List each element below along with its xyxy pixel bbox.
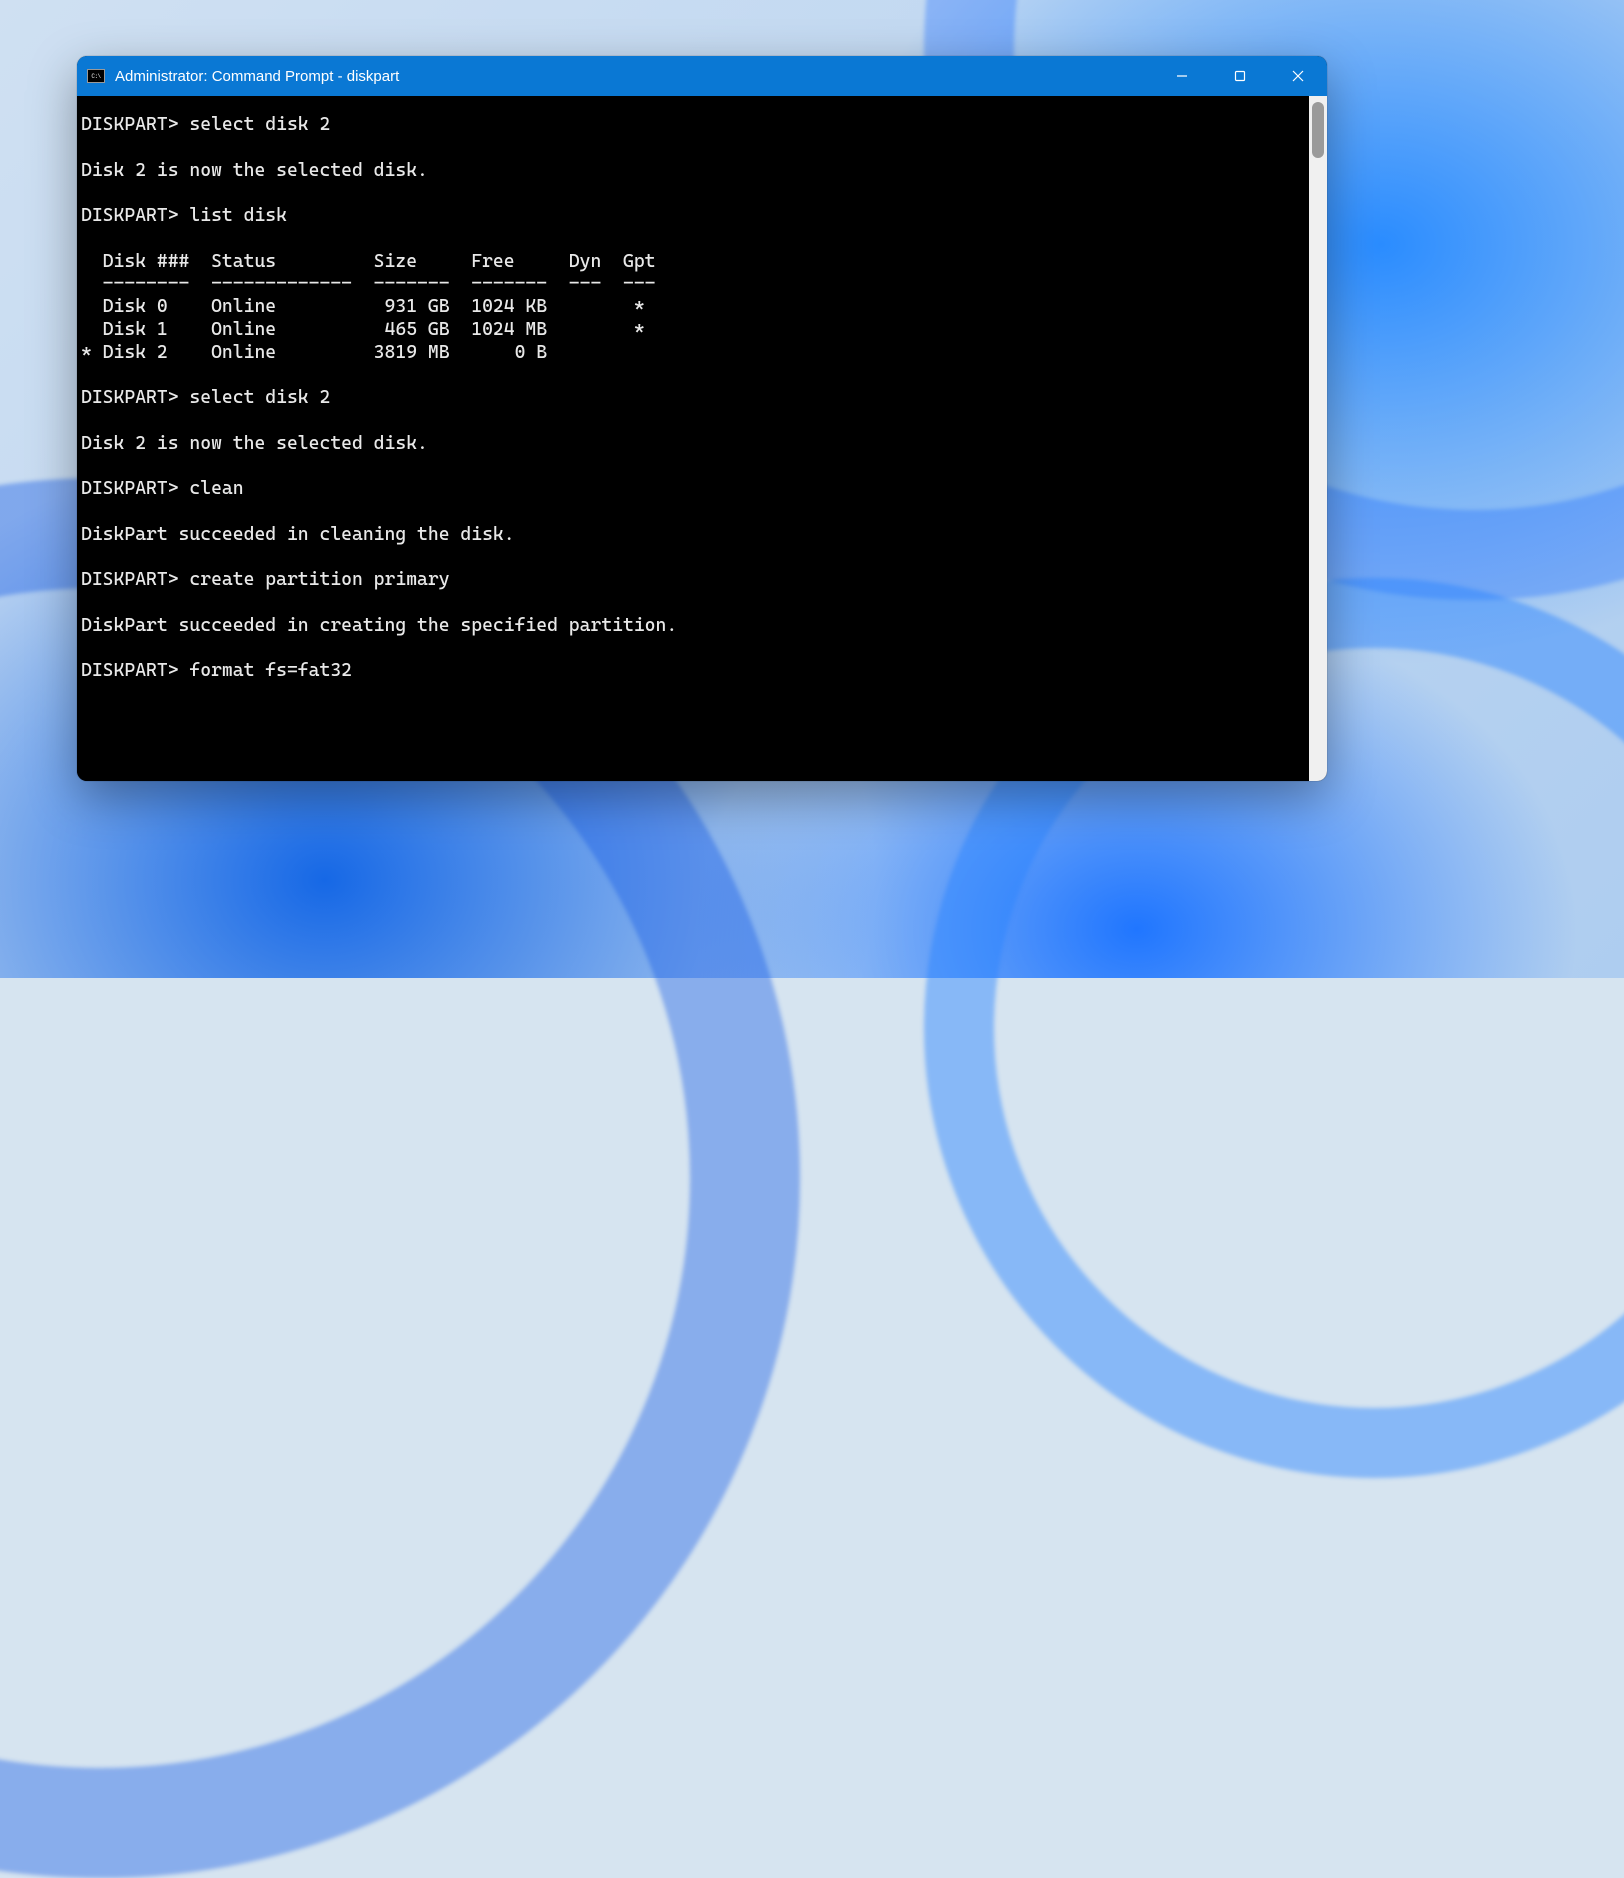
terminal-command-line: DISKPART> format fs=fat32	[81, 660, 1309, 683]
terminal-output[interactable]: DISKPART> select disk 2 Disk 2 is now th…	[77, 96, 1309, 781]
terminal-output-line: * Disk 2 Online 3819 MB 0 B	[81, 342, 1309, 365]
terminal-blank-line	[81, 228, 1309, 251]
terminal-blank-line	[81, 455, 1309, 478]
maximize-icon	[1234, 70, 1246, 82]
scrollbar-track[interactable]	[1309, 96, 1327, 781]
terminal-blank-line	[81, 501, 1309, 524]
terminal-output-line: Disk 2 is now the selected disk.	[81, 433, 1309, 456]
minimize-button[interactable]	[1153, 56, 1211, 96]
terminal-blank-line	[81, 182, 1309, 205]
close-icon	[1292, 70, 1304, 82]
terminal-blank-line	[81, 410, 1309, 433]
terminal-blank-line	[81, 637, 1309, 660]
maximize-button[interactable]	[1211, 56, 1269, 96]
titlebar[interactable]: Administrator: Command Prompt - diskpart	[77, 56, 1327, 96]
command-prompt-window: Administrator: Command Prompt - diskpart…	[77, 56, 1327, 781]
terminal-command-line: DISKPART> list disk	[81, 205, 1309, 228]
terminal-command-line: DISKPART> select disk 2	[81, 114, 1309, 137]
minimize-icon	[1176, 70, 1188, 82]
terminal-output-line: DiskPart succeeded in creating the speci…	[81, 615, 1309, 638]
terminal-command-line: DISKPART> clean	[81, 478, 1309, 501]
close-button[interactable]	[1269, 56, 1327, 96]
scrollbar-thumb[interactable]	[1312, 102, 1324, 158]
terminal-output-line: Disk 2 is now the selected disk.	[81, 160, 1309, 183]
terminal-output-line: Disk 0 Online 931 GB 1024 KB *	[81, 296, 1309, 319]
window-title: Administrator: Command Prompt - diskpart	[115, 68, 399, 85]
terminal-output-line: -------- ------------- ------- ------- -…	[81, 273, 1309, 296]
cmd-icon	[87, 69, 105, 83]
terminal-output-line: Disk ### Status Size Free Dyn Gpt	[81, 251, 1309, 274]
terminal-blank-line	[81, 137, 1309, 160]
terminal-blank-line	[81, 364, 1309, 387]
terminal-output-line: Disk 1 Online 465 GB 1024 MB *	[81, 319, 1309, 342]
terminal-command-line: DISKPART> create partition primary	[81, 569, 1309, 592]
terminal-command-line: DISKPART> select disk 2	[81, 387, 1309, 410]
terminal-blank-line	[81, 592, 1309, 615]
terminal-blank-line	[81, 546, 1309, 569]
terminal-output-line: DiskPart succeeded in cleaning the disk.	[81, 524, 1309, 547]
window-controls	[1153, 56, 1327, 96]
